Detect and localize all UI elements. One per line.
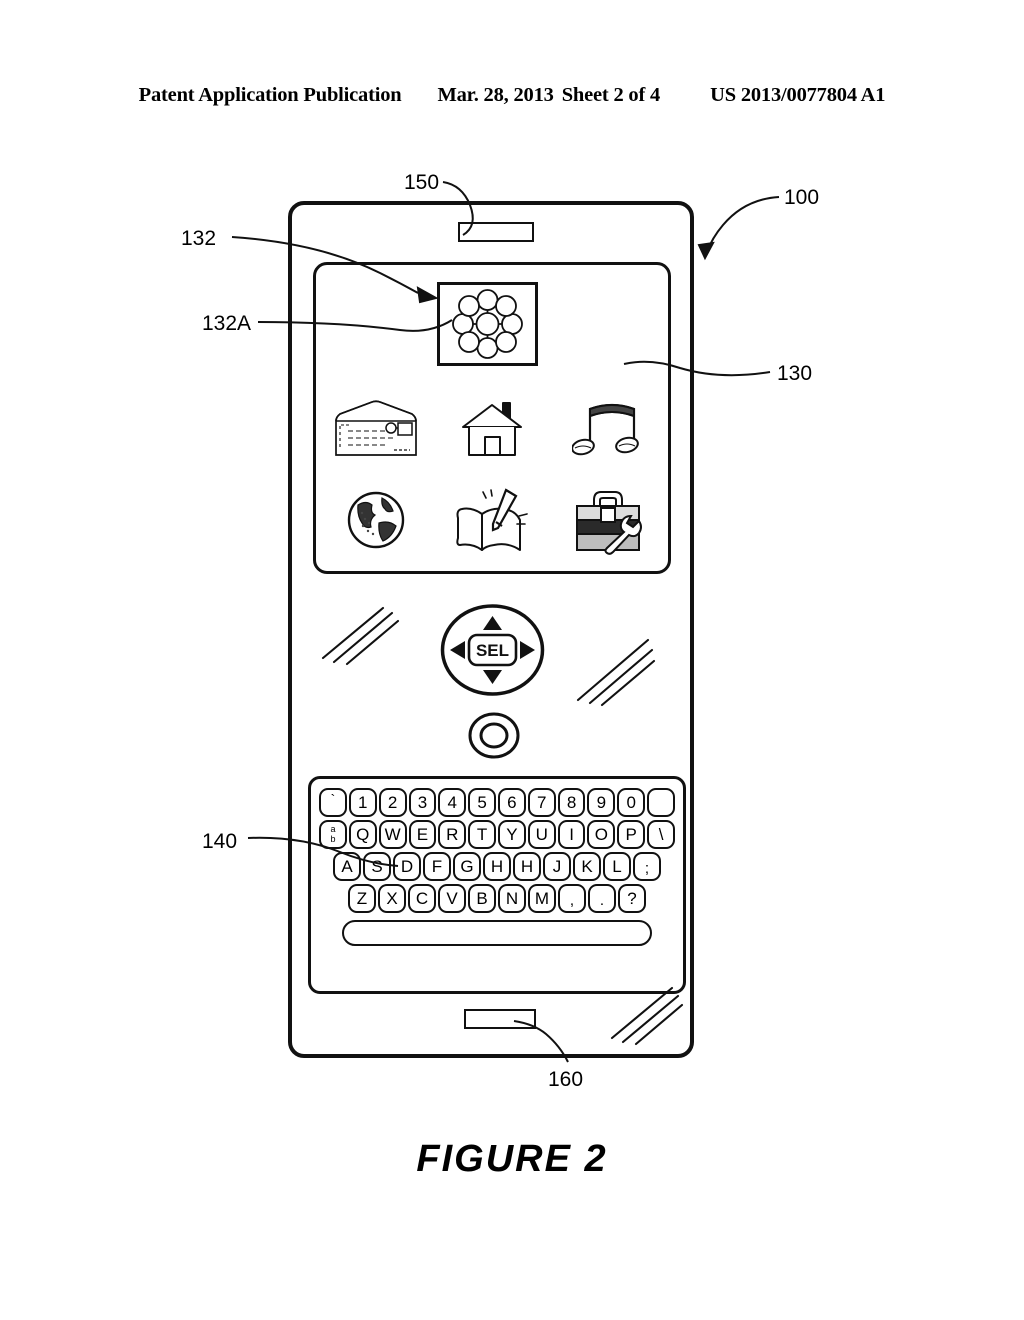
key-alt-secondary: b <box>330 834 336 844</box>
leader-100-arrowhead <box>697 241 715 261</box>
house-icon <box>462 402 522 456</box>
key-period[interactable]: . <box>588 884 616 913</box>
action-button-inner-ring[interactable] <box>479 722 509 749</box>
key-alt-a[interactable]: ab <box>319 820 347 849</box>
key-1[interactable]: 1 <box>348 788 377 817</box>
key-T[interactable]: T <box>468 820 496 849</box>
ref-numeral-speaker: 150 <box>404 171 440 194</box>
cluster-of-circles-icon <box>452 289 523 359</box>
keyboard-row-numbers: ` 1 2 3 4 5 6 7 8 9 0 <box>319 788 675 817</box>
key-N[interactable]: N <box>498 884 526 913</box>
key-F[interactable]: F <box>423 852 451 881</box>
key-W[interactable]: W <box>378 820 407 849</box>
key-D[interactable]: D <box>393 852 421 881</box>
key-S[interactable]: S <box>363 852 391 881</box>
app-icon-music-note[interactable] <box>562 390 654 470</box>
key-backslash[interactable]: \ <box>647 820 675 849</box>
key-K[interactable]: K <box>573 852 601 881</box>
qwerty-keyboard[interactable]: ` 1 2 3 4 5 6 7 8 9 0 a b Q W E R T Y U I O P \ A S D F G H H J K L; ZX… <box>308 776 686 994</box>
key-3[interactable]: 3 <box>408 788 437 817</box>
music-note-icon <box>572 403 639 456</box>
key-blank[interactable] <box>647 788 675 817</box>
key-H[interactable]: H <box>483 852 511 881</box>
key-4[interactable]: 4 <box>438 788 467 817</box>
key-5[interactable]: 5 <box>468 788 496 817</box>
key-9[interactable]: 9 <box>587 788 616 817</box>
ref-numeral-display: 130 <box>777 362 813 385</box>
ref-numeral-device: 100 <box>784 186 820 209</box>
key-H[interactable]: H <box>513 852 541 881</box>
ref-numeral-selected-icon: 132A <box>202 312 252 335</box>
key-6[interactable]: 6 <box>498 788 526 817</box>
key-Q[interactable]: Q <box>348 820 377 849</box>
selected-app-icon-box[interactable] <box>437 282 538 366</box>
leader-100 <box>706 196 780 253</box>
key-G[interactable]: G <box>453 852 481 881</box>
spacebar-key[interactable] <box>342 920 652 946</box>
keyboard-row-qwerty: a b Q W E R T Y U I O P \ <box>319 820 675 849</box>
key-alt-primary: a <box>330 824 336 834</box>
ref-numeral-keyboard: 140 <box>202 830 238 853</box>
book-pen-icon <box>456 488 528 551</box>
envelope-icon <box>335 400 417 456</box>
ref-numeral-microphone: 160 <box>548 1068 584 1091</box>
key-Z[interactable]: Z <box>348 884 376 913</box>
navigation-pad[interactable]: SEL <box>440 604 545 696</box>
key-O[interactable]: O <box>587 820 616 849</box>
key-Y[interactable]: Y <box>498 820 526 849</box>
keyboard-row-asdf: A S D F G H H J K L; <box>319 852 675 881</box>
key-L[interactable]: L <box>603 852 631 881</box>
key-2[interactable]: 2 <box>378 788 407 817</box>
key-P[interactable]: P <box>617 820 646 849</box>
key-V[interactable]: V <box>438 884 466 913</box>
toolbox-icon <box>576 491 642 555</box>
key-question[interactable]: ? <box>618 884 646 913</box>
key-R[interactable]: R <box>438 820 467 849</box>
key-comma[interactable]: , <box>558 884 586 913</box>
microphone-slot <box>464 1009 536 1029</box>
key-C[interactable]: C <box>408 884 436 913</box>
key-semicolon[interactable]: ; <box>633 852 661 881</box>
key-7[interactable]: 7 <box>527 788 556 817</box>
key-X[interactable]: X <box>378 884 406 913</box>
key-U[interactable]: U <box>527 820 556 849</box>
ref-numeral-icon-group: 132 <box>181 227 217 250</box>
key-A[interactable]: A <box>333 852 361 881</box>
key-0[interactable]: 0 <box>617 788 646 817</box>
keyboard-row-zxcv: Z X C V B N M,.? <box>319 884 675 913</box>
app-icon-globe[interactable] <box>330 480 422 560</box>
app-icon-house[interactable] <box>446 390 538 470</box>
patent-drawing: SEL ` 1 2 3 4 5 6 7 8 9 0 a b Q W E R T Y U I O P \ ASDFGHHJKL… <box>0 0 1024 1320</box>
key-M[interactable]: M <box>528 884 556 913</box>
action-button[interactable] <box>468 712 520 759</box>
key-E[interactable]: E <box>408 820 437 849</box>
speaker-slot <box>458 222 534 242</box>
globe-icon <box>347 491 405 549</box>
figure-caption: FIGURE 2 <box>416 1138 608 1180</box>
key-8[interactable]: 8 <box>557 788 586 817</box>
key-J[interactable]: J <box>543 852 571 881</box>
nav-select-label: SEL <box>476 641 509 660</box>
key-backtick[interactable]: ` <box>319 788 347 817</box>
application-icon-grid <box>318 385 666 565</box>
app-icon-envelope[interactable] <box>330 390 422 470</box>
key-I[interactable]: I <box>557 820 586 849</box>
app-icon-toolbox[interactable] <box>562 480 654 560</box>
app-icon-book-pen[interactable] <box>446 480 538 560</box>
key-B[interactable]: B <box>468 884 496 913</box>
